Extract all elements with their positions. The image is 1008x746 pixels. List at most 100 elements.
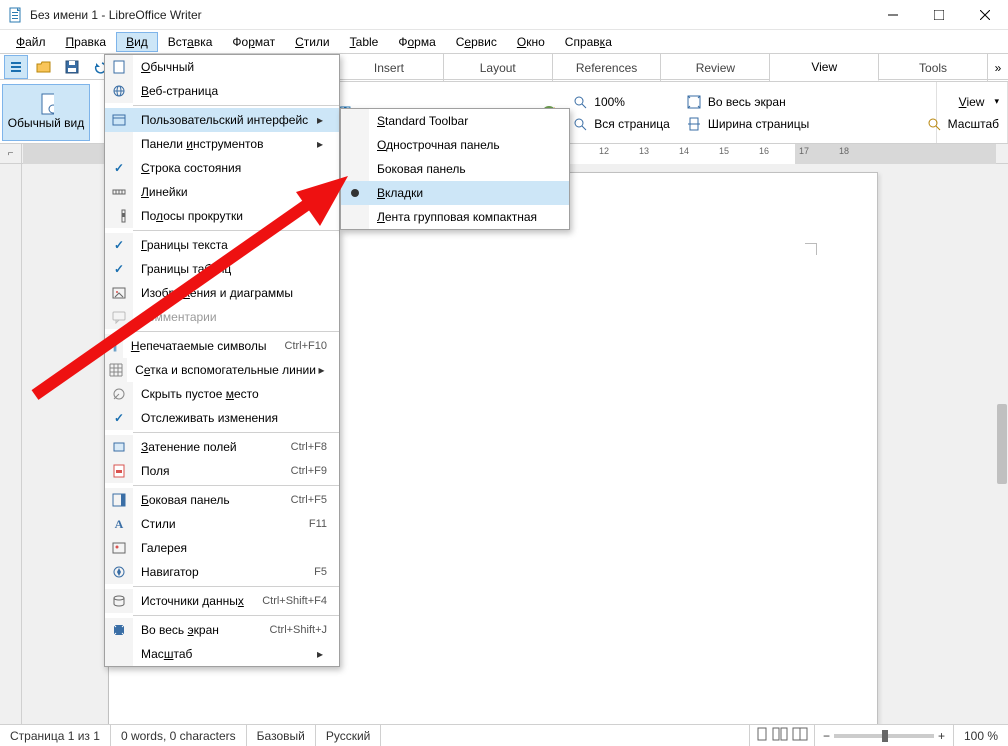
menu-item-styles[interactable]: AСтилиF11 (105, 512, 339, 536)
submenu-item-grouped-compact[interactable]: Лента групповая компактная (341, 205, 569, 229)
menu-item-trackchanges[interactable]: ✓Отслеживать изменения (105, 406, 339, 430)
compass-icon (111, 564, 127, 580)
menu-item-rulers[interactable]: Линейки▸ (105, 180, 339, 204)
save-icon[interactable] (60, 55, 84, 79)
user-interface-submenu: Standard Toolbar Однострочная панель Бок… (340, 108, 570, 230)
status-page[interactable]: Страница 1 из 1 (0, 725, 111, 746)
scrollbar-thumb[interactable] (997, 404, 1007, 484)
ribbon-zoom-100[interactable]: 100% (594, 95, 625, 109)
submenu-item-standard-toolbar[interactable]: Standard Toolbar (341, 109, 569, 133)
menu-item-normal[interactable]: Обычный (105, 55, 339, 79)
menu-file[interactable]: Файл (6, 32, 56, 52)
document-icon (38, 96, 54, 112)
menu-format[interactable]: Формат (222, 32, 285, 52)
menu-item-hidewhitespace[interactable]: Скрыть пустое место (105, 382, 339, 406)
menu-item-fields[interactable]: ПоляCtrl+F9 (105, 459, 339, 483)
ruler-mark: 13 (639, 146, 649, 156)
zoom-in-button[interactable]: + (938, 729, 945, 743)
close-button[interactable] (962, 0, 1008, 30)
menu-view[interactable]: Вид (116, 32, 158, 52)
submenu-item-tabs[interactable]: Вкладки (341, 181, 569, 205)
status-language[interactable]: Русский (316, 725, 382, 746)
menu-item-datasources[interactable]: Источники данныхCtrl+Shift+F4 (105, 589, 339, 613)
menu-form[interactable]: Форма (388, 32, 445, 52)
menu-item-scrollbars[interactable]: Полосы прокрутки▸ (105, 204, 339, 228)
statusbar: Страница 1 из 1 0 words, 0 characters Ба… (0, 724, 1008, 746)
vertical-ruler[interactable] (0, 164, 22, 724)
menu-insert[interactable]: Вставка (158, 32, 223, 52)
tab-review[interactable]: Review (661, 54, 770, 81)
menu-item-user-interface[interactable]: Пользовательский интерфейс▸ (105, 108, 339, 132)
ruler-mark: 17 (799, 146, 809, 156)
menu-item-gallery[interactable]: Галерея (105, 536, 339, 560)
ribbon-pagewidth[interactable]: Ширина страницы (708, 117, 809, 131)
zoom-slider[interactable] (834, 734, 934, 738)
menu-item-toolbars[interactable]: Панели инструментов▸ (105, 132, 339, 156)
menu-item-formatting-marks[interactable]: ¶Непечатаемые символыCtrl+F10 (105, 334, 339, 358)
tab-view[interactable]: View (770, 54, 879, 81)
scrollbar-icon (111, 208, 127, 224)
tab-references[interactable]: References (553, 54, 662, 81)
book-view-icon[interactable] (792, 727, 808, 744)
menu-item-fieldshading[interactable]: Затенение полейCtrl+F8 (105, 435, 339, 459)
titlebar: Без имени 1 - LibreOffice Writer (0, 0, 1008, 30)
menubar: Файл Правка Вид Вставка Формат Стили Tab… (0, 30, 1008, 54)
zoom-slider-handle[interactable] (882, 730, 888, 742)
menu-item-navigator[interactable]: НавигаторF5 (105, 560, 339, 584)
status-view-icons (750, 725, 815, 746)
ruler-corner-icon: ⌐ (8, 148, 14, 159)
menu-item-grid[interactable]: Сетка и вспомогательные линии▸ (105, 358, 339, 382)
collapse-icon (111, 386, 127, 402)
open-icon[interactable] (32, 55, 56, 79)
menu-help[interactable]: Справка (555, 32, 622, 52)
app-icon (8, 7, 24, 23)
menu-styles[interactable]: Стили (285, 32, 340, 52)
tab-layout[interactable]: Layout (444, 54, 553, 81)
menu-item-statusbar[interactable]: ✓Строка состояния (105, 156, 339, 180)
maximize-button[interactable] (916, 0, 962, 30)
page-icon (111, 59, 127, 75)
window-title: Без имени 1 - LibreOffice Writer (30, 8, 202, 22)
multi-page-icon[interactable] (772, 727, 788, 744)
submenu-item-sidebar[interactable]: Боковая панель (341, 157, 569, 181)
ribbon-fullscreen[interactable]: Во весь экран (708, 95, 786, 109)
menu-item-fullscreen[interactable]: Во весь экранCtrl+Shift+J (105, 618, 339, 642)
menu-item-textbounds[interactable]: ✓Границы текста (105, 233, 339, 257)
menu-window[interactable]: Окно (507, 32, 555, 52)
ribbon-right-view[interactable]: View (959, 95, 985, 109)
tabs-overflow-icon[interactable]: » (988, 54, 1008, 81)
tab-tools[interactable]: Tools (879, 54, 988, 81)
ribbon-normal-view[interactable]: Обычный вид (2, 84, 90, 141)
menu-edit[interactable]: Правка (56, 32, 117, 52)
status-zoom-pct[interactable]: 100 % (954, 725, 1008, 746)
single-page-icon[interactable] (756, 727, 768, 744)
styles-icon: A (111, 516, 127, 532)
menu-item-web[interactable]: Веб-страница (105, 79, 339, 103)
menu-tools[interactable]: Сервис (446, 32, 507, 52)
zoom-out-button[interactable]: − (823, 729, 830, 743)
tab-insert[interactable]: Insert (335, 54, 444, 81)
menu-item-zoom[interactable]: Масштаб▸ (105, 642, 339, 666)
comment-icon (111, 309, 127, 325)
menu-table[interactable]: Table (340, 32, 389, 52)
status-zoom: − + (815, 725, 954, 746)
ribbon-right-zoom[interactable]: Масштаб (948, 117, 999, 131)
fullscreen-icon (686, 94, 702, 110)
status-style[interactable]: Базовый (247, 725, 316, 746)
submenu-item-single-row[interactable]: Однострочная панель (341, 133, 569, 157)
ruler-mark: 12 (599, 146, 609, 156)
menu-item-sidebar[interactable]: Боковая панельCtrl+F5 (105, 488, 339, 512)
bullet-icon (351, 189, 359, 197)
sidebar-icon (111, 492, 127, 508)
status-wordcount[interactable]: 0 words, 0 characters (111, 725, 247, 746)
menu-item-comments[interactable]: Комментарии (105, 305, 339, 329)
field-shading-icon (111, 439, 127, 455)
grid-icon (108, 362, 124, 378)
menu-item-images[interactable]: Изображения и диаграммы (105, 281, 339, 305)
hamburger-icon[interactable] (4, 55, 28, 79)
window-controls (870, 0, 1008, 30)
ribbon-zoom-page[interactable]: Вся страница (594, 117, 670, 131)
vertical-scrollbar[interactable] (996, 164, 1008, 724)
menu-item-tablebounds[interactable]: ✓Границы таблиц (105, 257, 339, 281)
minimize-button[interactable] (870, 0, 916, 30)
